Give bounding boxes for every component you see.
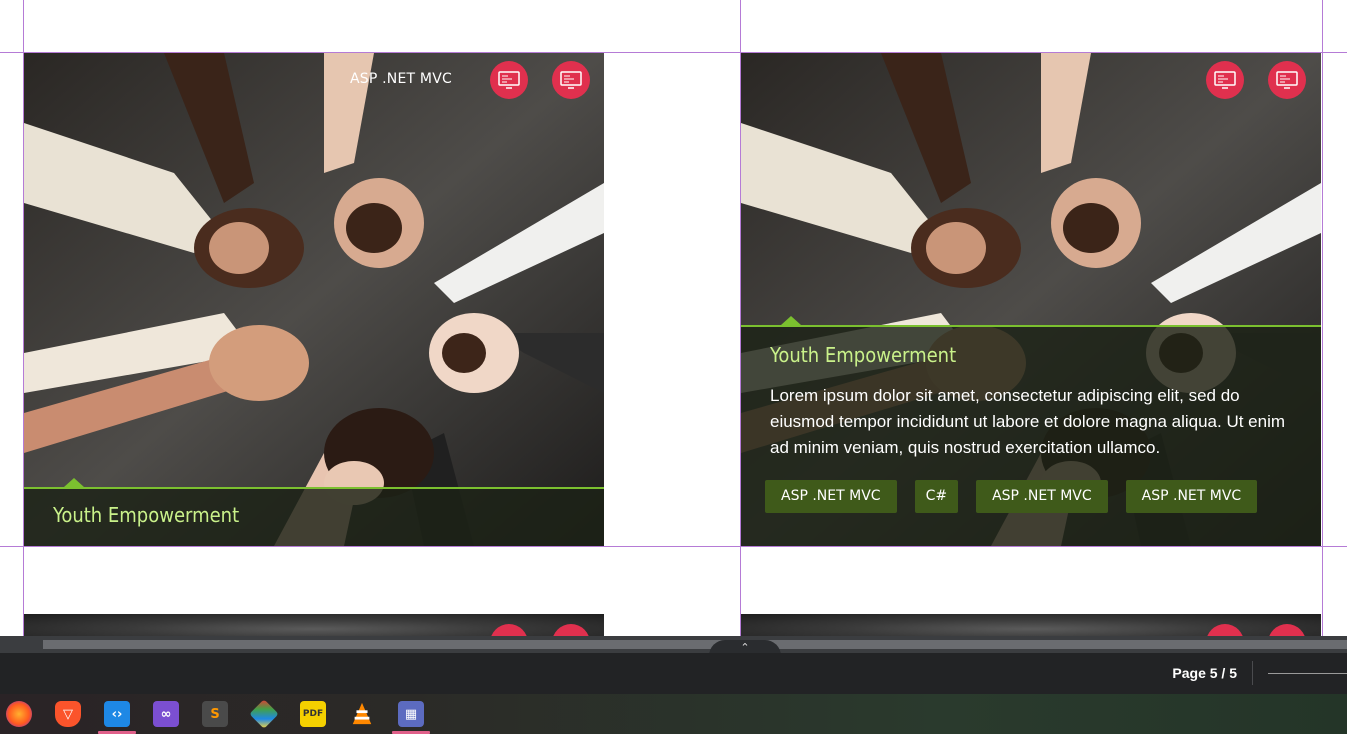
project-card[interactable]: Youth Empowerment Lorem ipsum dolor sit … [741, 53, 1321, 546]
tag-chip[interactable]: ASP .NET MVC [765, 480, 897, 513]
monitor-code-icon[interactable] [1268, 61, 1306, 99]
monitor-code-icon[interactable] [490, 61, 528, 99]
page-indicator: Page 5 / 5 [1172, 665, 1237, 681]
project-card[interactable]: ASP .NET MVC Youth Empowerment [24, 53, 604, 546]
card-title: Youth Empowerment [770, 343, 957, 367]
card-caption-expanded: Youth Empowerment Lorem ipsum dolor sit … [741, 316, 1321, 546]
caption-divider [24, 487, 604, 489]
divider [1252, 661, 1253, 685]
vlc-icon[interactable] [349, 701, 375, 727]
card-title: Youth Empowerment [53, 503, 240, 527]
taskbar: ▽ ‹› ∞ S PDF ▦ [0, 694, 1347, 734]
caption-pointer [64, 478, 84, 487]
git-icon[interactable] [249, 699, 279, 729]
brave-icon[interactable]: ▽ [55, 701, 81, 727]
tag-chip[interactable]: ASP .NET MVC [1125, 480, 1258, 513]
tag-list: ASP .NET MVC C# ASP .NET MVC ASP .NET MVC [765, 480, 1275, 513]
calculator-icon[interactable]: ▦ [398, 701, 424, 727]
guide-line [0, 546, 1347, 547]
vscode-icon[interactable]: ‹› [104, 701, 130, 727]
scrollbar-thumb[interactable] [43, 640, 1347, 649]
monitor-code-icon[interactable] [1206, 61, 1244, 99]
caption-pointer [781, 316, 801, 325]
tag-chip[interactable]: C# [914, 480, 959, 513]
visual-studio-icon[interactable]: ∞ [153, 701, 179, 727]
card-description: Lorem ipsum dolor sit amet, consectetur … [770, 386, 1286, 457]
card-image [24, 53, 604, 546]
technology-tag: ASP .NET MVC [350, 71, 452, 87]
guide-line [1322, 0, 1323, 636]
sublime-text-icon[interactable]: S [202, 701, 228, 727]
status-bar: Page 5 / 5 [0, 653, 1347, 694]
pdf-icon[interactable]: PDF [300, 701, 326, 727]
card-caption: Youth Empowerment [24, 478, 604, 546]
caption-divider [741, 325, 1321, 327]
firefox-icon[interactable] [6, 701, 32, 727]
horizontal-scrollbar[interactable] [0, 636, 1347, 653]
tag-chip[interactable]: ASP .NET MVC [976, 480, 1108, 513]
zoom-slider[interactable] [1268, 673, 1347, 674]
monitor-code-icon[interactable] [552, 61, 590, 99]
